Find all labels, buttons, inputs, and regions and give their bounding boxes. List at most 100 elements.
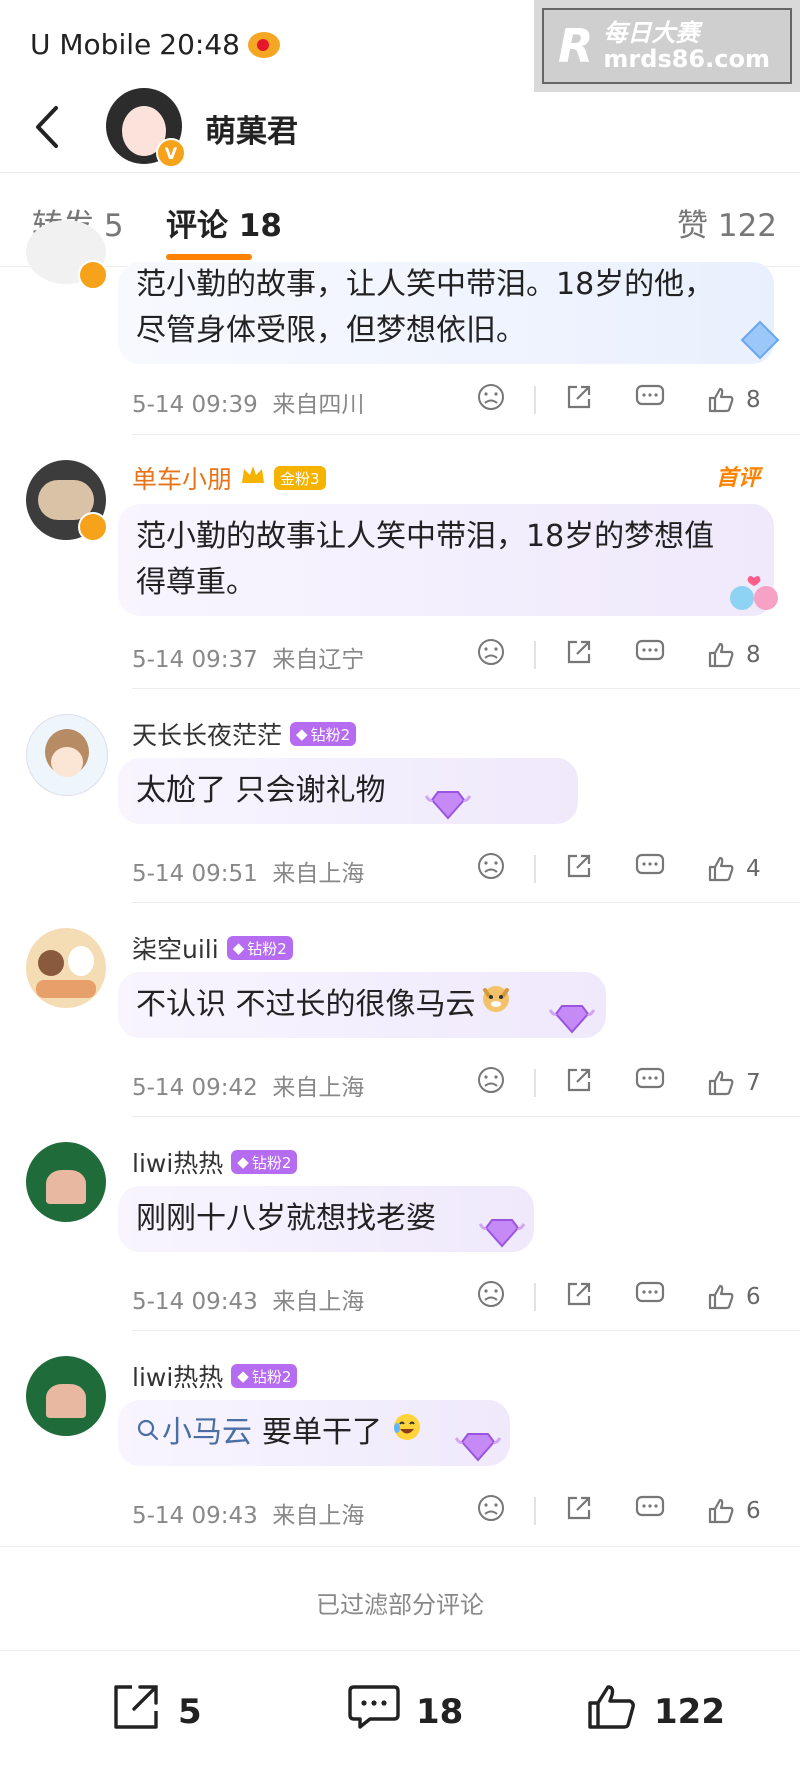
mention-text: 小马云 <box>162 1415 252 1450</box>
comment-date: 5-14 09:37 <box>132 647 258 673</box>
comment-avatar[interactable] <box>26 1356 106 1436</box>
fan-badge: ◆ 钻粉2 <box>290 722 357 746</box>
like-count: 8 <box>746 387 761 413</box>
dislike-icon[interactable] <box>476 851 506 887</box>
comment-location: 来自辽宁 <box>272 647 365 673</box>
share-icon[interactable] <box>564 1493 594 1529</box>
like-button[interactable]: 8 <box>706 385 761 415</box>
comment-author-name[interactable]: liwi热热 <box>132 1144 223 1180</box>
like-count: 7 <box>746 1070 761 1096</box>
comment-date: 5-14 09:43 <box>132 1289 258 1315</box>
fan-badge: ◆ 钻粉2 <box>226 936 293 960</box>
comment-bubble: 太尬了 只会谢礼物 <box>118 758 578 824</box>
like-count: 8 <box>746 642 761 668</box>
search-icon <box>136 1410 160 1456</box>
comment-avatar[interactable] <box>26 928 106 1008</box>
like-post-button[interactable]: 122 <box>584 1681 725 1742</box>
diamond-decoration-icon <box>424 782 472 826</box>
like-button[interactable]: 8 <box>706 640 761 670</box>
comment-bubble: 范小勤的故事让人笑中带泪，18岁的梦想值 得尊重。 <box>118 504 774 616</box>
comment-divider <box>132 1330 800 1331</box>
comment-date: 5-14 09:39 <box>132 392 258 418</box>
verified-badge-icon <box>78 260 108 290</box>
comment-bubble: 刚刚十八岁就想找老婆 <box>118 1186 534 1252</box>
comment-actions: 4 <box>476 851 761 887</box>
repost-count: 5 <box>178 1691 202 1732</box>
tab-comments[interactable]: 评论 18 <box>166 200 282 245</box>
tab-likes[interactable]: 赞 122 <box>677 200 777 245</box>
reply-icon[interactable] <box>634 1493 666 1529</box>
comment-divider <box>132 688 800 689</box>
comment-meta: 5-14 09:43 来自上海 <box>132 1496 364 1530</box>
comment-actions: 8 <box>476 637 761 673</box>
like-count: 6 <box>746 1284 761 1310</box>
repost-button[interactable]: 5 <box>108 1681 202 1742</box>
comment-button[interactable]: 18 <box>346 1681 463 1742</box>
dislike-icon[interactable] <box>476 1279 506 1315</box>
like-button[interactable]: 6 <box>706 1282 761 1312</box>
comment-meta: 5-14 09:43 来自上海 <box>132 1282 364 1316</box>
comment-author: 天长长夜茫茫 ◆ 钻粉2 <box>132 716 357 752</box>
mention-link[interactable]: 小马云 <box>136 1410 252 1456</box>
watermark-logo: R <box>558 19 594 73</box>
comment-divider <box>132 434 800 435</box>
like-button[interactable]: 6 <box>706 1496 761 1526</box>
comment-avatar[interactable] <box>26 714 108 796</box>
like-button[interactable]: 4 <box>706 854 761 884</box>
clock: 20:48 <box>159 28 240 61</box>
repost-icon <box>108 1681 164 1742</box>
dislike-icon[interactable] <box>476 637 506 673</box>
watermark-title: 每日大赛 <box>603 19 700 47</box>
thumbs-up-icon <box>584 1681 640 1742</box>
share-icon[interactable] <box>564 1279 594 1315</box>
author-name[interactable]: 萌菓君 <box>205 106 298 151</box>
tab-active-indicator <box>166 254 252 260</box>
comment-author-name[interactable]: liwi热热 <box>132 1358 223 1394</box>
diamond-decoration-icon <box>454 1424 502 1468</box>
comment-avatar[interactable] <box>26 1142 106 1222</box>
share-icon[interactable] <box>564 637 594 673</box>
carrier-label: U Mobile <box>30 28 152 61</box>
reply-icon[interactable] <box>634 851 666 887</box>
fan-badge: ◆ 钻粉2 <box>231 1364 298 1388</box>
bottom-action-bar: 5 18 122 <box>0 1650 800 1765</box>
comment-date: 5-14 09:42 <box>132 1075 258 1101</box>
reply-icon[interactable] <box>634 382 666 418</box>
like-button[interactable]: 7 <box>706 1068 761 1098</box>
comment-actions: 8 <box>476 382 761 418</box>
comment-location: 来自四川 <box>272 392 365 418</box>
comment-author-name[interactable]: 单车小朋 <box>132 460 232 496</box>
comment-meta: 5-14 09:51 来自上海 <box>132 854 364 888</box>
dislike-icon[interactable] <box>476 382 506 418</box>
crown-icon <box>240 463 266 493</box>
like-post-count: 122 <box>654 1691 725 1732</box>
comment-divider <box>132 902 800 903</box>
reply-icon[interactable] <box>634 1065 666 1101</box>
comment-author-name[interactable]: 柒空uili <box>132 930 219 966</box>
like-count: 4 <box>746 856 761 882</box>
reply-icon[interactable] <box>634 637 666 673</box>
watermark-url: mrds86.com <box>603 45 770 73</box>
share-icon[interactable] <box>564 1065 594 1101</box>
comment-actions: 6 <box>476 1279 761 1315</box>
comment-date: 5-14 09:43 <box>132 1503 258 1529</box>
comment-author: 单车小朋 金粉3 <box>132 460 326 496</box>
back-icon[interactable] <box>28 102 68 152</box>
share-icon[interactable] <box>564 382 594 418</box>
comment-author-name[interactable]: 天长长夜茫茫 <box>132 716 282 752</box>
like-count: 6 <box>746 1498 761 1524</box>
reply-icon[interactable] <box>634 1279 666 1315</box>
verified-badge-icon <box>78 512 108 542</box>
dislike-icon[interactable] <box>476 1493 506 1529</box>
diamond-decoration-icon <box>478 1210 526 1254</box>
comment-bubble: 小马云 要单干了 <box>118 1400 510 1466</box>
diamond-decoration-icon <box>738 318 782 366</box>
comment-icon <box>346 1681 402 1742</box>
comment-location: 来自上海 <box>272 861 365 887</box>
dislike-icon[interactable] <box>476 1065 506 1101</box>
comment-divider <box>0 1546 800 1547</box>
filtered-comments-note: 已过滤部分评论 <box>316 1591 484 1619</box>
comment-date: 5-14 09:51 <box>132 861 258 887</box>
share-icon[interactable] <box>564 851 594 887</box>
couple-sticker-icon <box>726 574 784 618</box>
